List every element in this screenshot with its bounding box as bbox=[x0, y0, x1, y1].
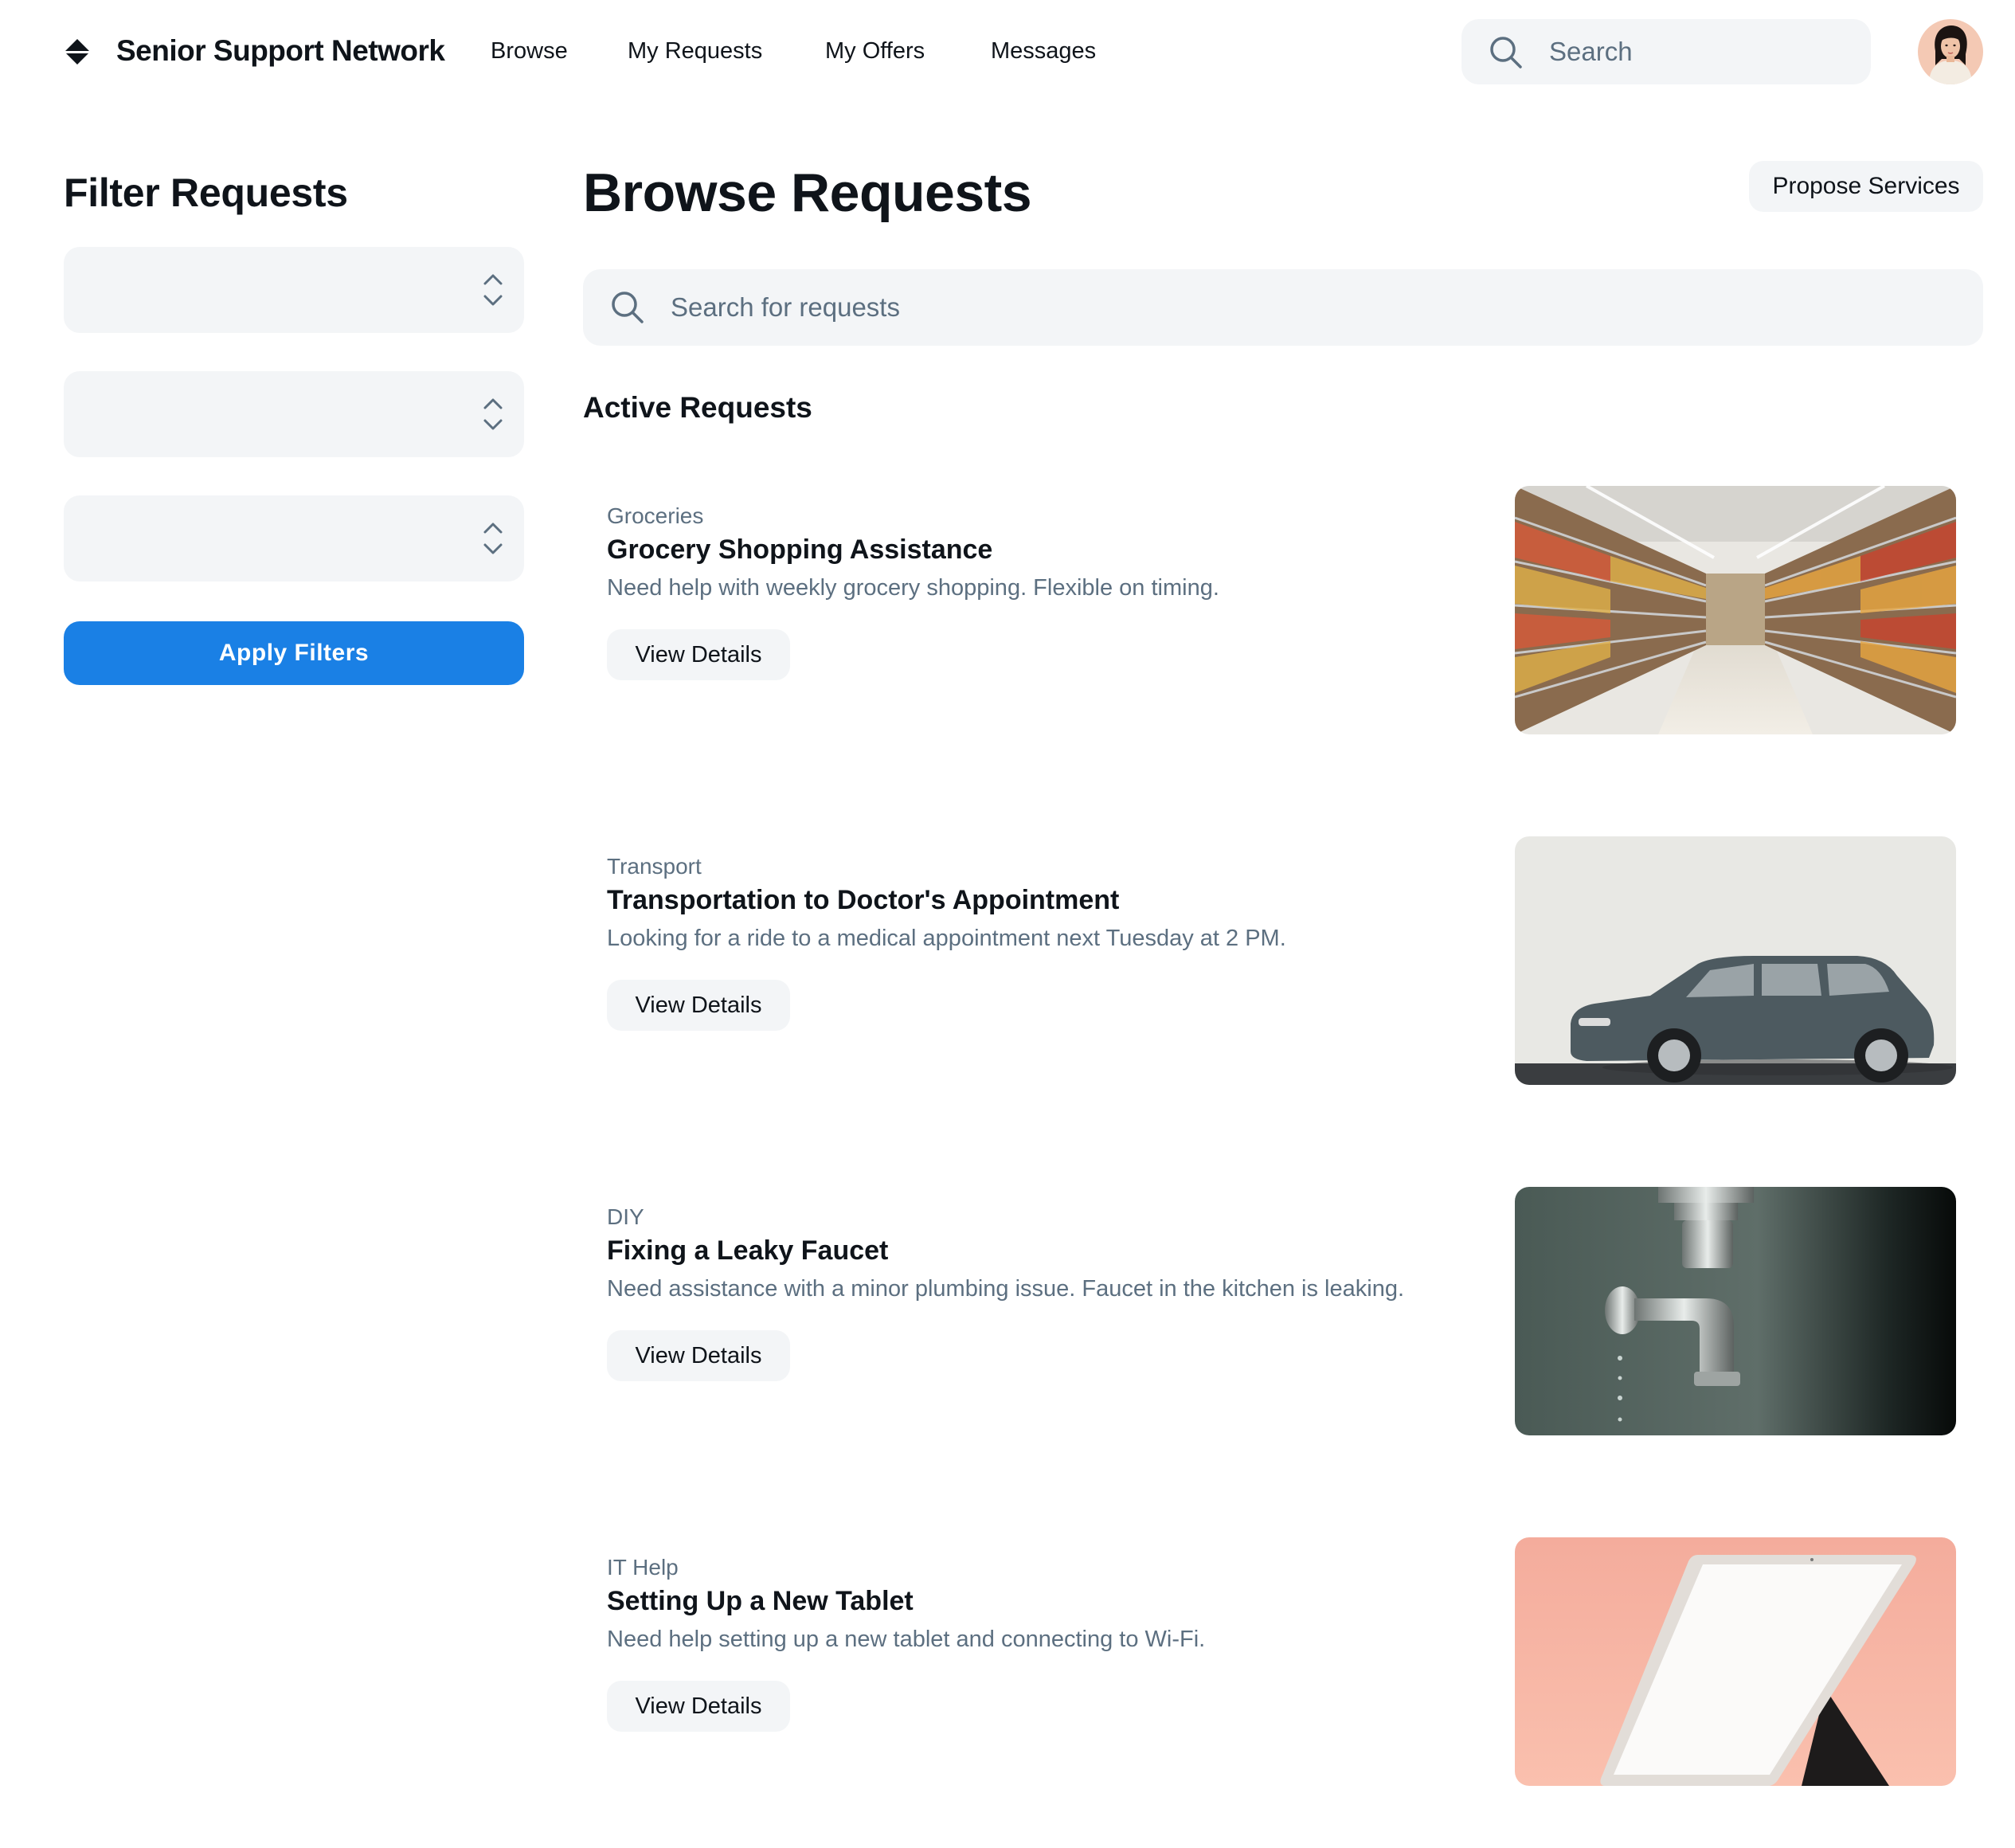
nav-my-requests[interactable]: My Requests bbox=[628, 35, 762, 67]
page-title: Browse Requests bbox=[583, 162, 1032, 223]
avatar[interactable] bbox=[1918, 19, 1983, 84]
request-description: Need assistance with a minor plumbing is… bbox=[607, 1276, 1405, 1302]
request-card: Transport Transportation to Doctor's App… bbox=[583, 836, 1983, 1093]
grocery-aisle-image bbox=[1515, 486, 1956, 734]
request-card: DIY Fixing a Leaky Faucet Need assistanc… bbox=[583, 1187, 1983, 1443]
request-category: Transport bbox=[607, 854, 702, 879]
apply-filters-button[interactable]: Apply Filters bbox=[64, 621, 524, 685]
search-icon bbox=[612, 292, 644, 323]
filter-title: Filter Requests bbox=[64, 170, 348, 215]
diamond-logo-icon[interactable] bbox=[64, 38, 91, 65]
request-description: Looking for a ride to a medical appointm… bbox=[607, 926, 1286, 951]
request-card: IT Help Setting Up a New Tablet Need hel… bbox=[583, 1537, 1983, 1794]
view-details-button[interactable]: View Details bbox=[607, 1330, 790, 1381]
nav-my-offers[interactable]: My Offers bbox=[825, 35, 925, 67]
section-title: Active Requests bbox=[583, 391, 812, 424]
request-search-input[interactable] bbox=[671, 269, 1945, 346]
request-description: Need help setting up a new tablet and co… bbox=[607, 1627, 1206, 1652]
view-details-button[interactable]: View Details bbox=[607, 629, 790, 680]
filter-select-3[interactable] bbox=[64, 495, 524, 581]
request-title: Fixing a Leaky Faucet bbox=[607, 1235, 889, 1266]
faucet-image bbox=[1515, 1187, 1956, 1435]
propose-services-button[interactable]: Propose Services bbox=[1749, 161, 1983, 212]
user-avatar-image bbox=[1918, 19, 1983, 84]
request-title: Transportation to Doctor's Appointment bbox=[607, 885, 1120, 915]
view-details-button[interactable]: View Details bbox=[607, 1681, 790, 1732]
request-title: Setting Up a New Tablet bbox=[607, 1586, 914, 1616]
search-icon bbox=[1490, 37, 1522, 69]
chevron-up-down-icon bbox=[483, 523, 503, 554]
chevron-up-down-icon bbox=[483, 398, 503, 430]
request-card: Groceries Grocery Shopping Assistance Ne… bbox=[583, 486, 1983, 742]
nav-messages[interactable]: Messages bbox=[991, 35, 1096, 67]
request-title: Grocery Shopping Assistance bbox=[607, 534, 993, 565]
car-image bbox=[1515, 836, 1956, 1085]
chevron-up-down-icon bbox=[483, 274, 503, 306]
view-details-button[interactable]: View Details bbox=[607, 980, 790, 1031]
filter-select-2[interactable] bbox=[64, 371, 524, 457]
filter-select-1[interactable] bbox=[64, 247, 524, 333]
request-search[interactable] bbox=[583, 269, 1983, 346]
nav-browse[interactable]: Browse bbox=[491, 35, 568, 67]
request-category: Groceries bbox=[607, 503, 704, 528]
header-search-input[interactable] bbox=[1549, 19, 1852, 84]
header-search[interactable] bbox=[1461, 19, 1871, 84]
brand-name[interactable]: Senior Support Network bbox=[116, 30, 445, 72]
request-category: DIY bbox=[607, 1204, 644, 1229]
request-description: Need help with weekly grocery shopping. … bbox=[607, 575, 1219, 601]
page: Senior Support Network Browse My Request… bbox=[0, 0, 2015, 1848]
top-nav: Senior Support Network Browse My Request… bbox=[0, 0, 2015, 104]
tablet-image bbox=[1515, 1537, 1956, 1786]
request-category: IT Help bbox=[607, 1555, 679, 1580]
